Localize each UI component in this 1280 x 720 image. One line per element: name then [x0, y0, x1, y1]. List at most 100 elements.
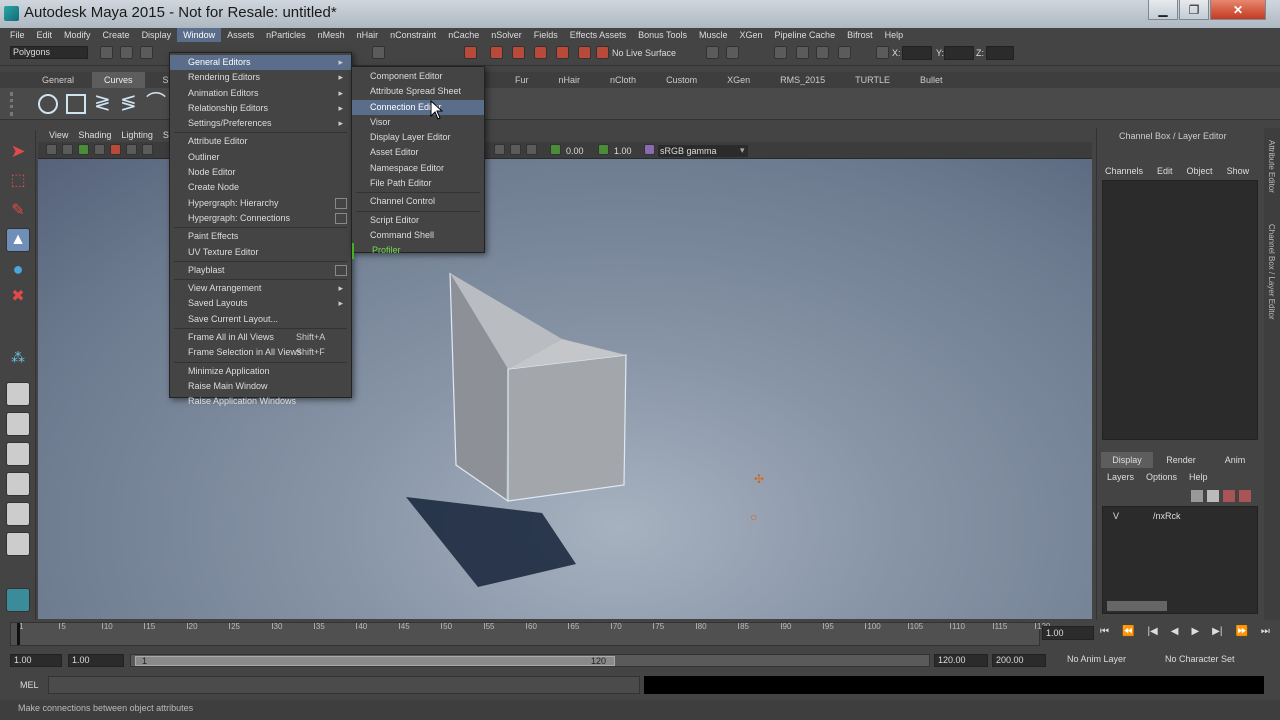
side-tab-attribute-editor[interactable]: Attribute Editor	[1267, 140, 1276, 193]
option-box-icon[interactable]	[335, 264, 347, 276]
menu-file[interactable]: File	[4, 28, 31, 42]
window-menu-item-hypergraph-hierarchy[interactable]: Hypergraph: Hierarchy	[170, 196, 351, 211]
new-layer-selected-icon[interactable]	[1207, 490, 1219, 502]
paint-select-icon[interactable]: ✎	[6, 200, 30, 224]
live-surface-icon[interactable]	[596, 46, 609, 59]
menu-nconstraint[interactable]: nConstraint	[384, 28, 442, 42]
window-menu-item-settings-preferences[interactable]: Settings/Preferences	[170, 116, 351, 131]
layout-hypershade-icon[interactable]	[6, 532, 30, 556]
window-menu-item-create-node[interactable]: Create Node	[170, 180, 351, 195]
chevron-down-icon[interactable]: ▾	[740, 145, 745, 156]
move-tool-icon[interactable]: ▲	[6, 228, 30, 252]
menu-nmesh[interactable]: nMesh	[312, 28, 351, 42]
channel-box-menu-channels[interactable]: Channels	[1105, 166, 1143, 176]
channel-box-menu-object[interactable]: Object	[1187, 166, 1213, 176]
layout-four-icon[interactable]	[6, 412, 30, 436]
ep-curve-icon[interactable]: ≷	[94, 92, 112, 116]
option-box-icon[interactable]	[335, 212, 347, 224]
menu-bonus-tools[interactable]: Bonus Tools	[632, 28, 693, 42]
window-menu-item-general-editors[interactable]: General Editors	[170, 55, 351, 71]
end-time-field[interactable]: 200.00	[992, 654, 1046, 667]
minimize-button[interactable]: ▁	[1148, 0, 1178, 20]
exposure-icon[interactable]	[550, 144, 561, 155]
menu-edit[interactable]: Edit	[31, 28, 59, 42]
step-forward-key-icon[interactable]: ⏩	[1235, 626, 1247, 640]
window-menu-item-save-current-layout[interactable]: Save Current Layout...	[170, 312, 351, 327]
viewport-menu-lighting[interactable]: Lighting	[116, 128, 158, 142]
snap-surface-icon[interactable]	[556, 46, 569, 59]
close-button[interactable]: ✕	[1210, 0, 1266, 20]
layer-visibility-toggle[interactable]: V	[1113, 511, 1119, 521]
playback-end-field[interactable]: 120.00	[934, 654, 988, 667]
ipr-render-icon[interactable]	[816, 46, 829, 59]
layer-down-icon[interactable]	[1239, 490, 1251, 502]
mel-label[interactable]: MEL	[20, 680, 39, 690]
gamma-field[interactable]: 1.00	[614, 145, 632, 157]
start-time-field[interactable]: 1.00	[10, 654, 62, 667]
y-field[interactable]	[944, 46, 974, 60]
general-editors-item-visor[interactable]: Visor	[352, 115, 484, 130]
nurbs-circle-icon[interactable]	[38, 94, 58, 114]
layout-single-icon[interactable]	[6, 382, 30, 406]
layout-persp-graph-icon[interactable]	[6, 502, 30, 526]
transform-input-icon[interactable]	[876, 46, 889, 59]
step-back-frame-icon[interactable]: |◀	[1147, 626, 1157, 640]
window-menu-item-hypergraph-connections[interactable]: Hypergraph: Connections	[170, 211, 351, 226]
menu-display[interactable]: Display	[136, 28, 178, 42]
layout-persp-outliner-icon[interactable]	[6, 472, 30, 496]
input-icon[interactable]	[706, 46, 719, 59]
output-icon[interactable]	[726, 46, 739, 59]
select-tool-icon[interactable]: ➤	[6, 140, 30, 164]
window-menu-item-frame-selection-in-all-views[interactable]: Frame Selection in All Views Shift+F	[170, 345, 351, 360]
layer-menu-help[interactable]: Help	[1189, 472, 1208, 482]
maximize-button[interactable]: ❐	[1179, 0, 1209, 20]
render-icon[interactable]	[796, 46, 809, 59]
layer-scrollbar[interactable]	[1107, 601, 1167, 611]
shelf-tab-bullet[interactable]: Bullet	[908, 72, 955, 88]
character-set-select[interactable]: No Character Set	[1148, 654, 1266, 667]
window-menu-item-rendering-editors[interactable]: Rendering Editors	[170, 70, 351, 85]
general-editors-item-component-editor[interactable]: Component Editor	[352, 69, 484, 84]
shelf-tab-ncloth[interactable]: nCloth	[598, 72, 648, 88]
menu-nsolver[interactable]: nSolver	[485, 28, 528, 42]
current-frame-field[interactable]: 1.00	[1042, 626, 1094, 640]
menu-nparticles[interactable]: nParticles	[260, 28, 312, 42]
time-slider[interactable]: 1 5 10 15 20 25 30 35 40 45 50 55 60 65 70 75 80 85 90 95 10…	[10, 622, 1050, 646]
mel-input[interactable]	[48, 676, 640, 694]
maya-home-icon[interactable]	[6, 588, 30, 612]
window-menu-item-view-arrangement[interactable]: View Arrangement	[170, 281, 351, 296]
shelf-tab-turtle[interactable]: TURTLE	[843, 72, 902, 88]
snap-curve-icon[interactable]	[490, 46, 503, 59]
manipulator-icon[interactable]: ⁂	[6, 346, 30, 370]
shelf-tab-rms-2015[interactable]: RMS_2015	[768, 72, 837, 88]
nurbs-square-icon[interactable]	[66, 94, 86, 114]
window-menu-item-frame-all-in-all-views[interactable]: Frame All in All Views Shift+A	[170, 330, 351, 345]
snap-grid-icon[interactable]	[372, 46, 385, 59]
general-editors-item-namespace-editor[interactable]: Namespace Editor	[352, 161, 484, 176]
grid-icon[interactable]	[110, 144, 121, 155]
step-forward-frame-icon[interactable]: ▶|	[1212, 626, 1222, 640]
go-to-end-icon[interactable]: ⏭	[1261, 626, 1270, 640]
channel-box-menu-edit[interactable]: Edit	[1157, 166, 1173, 176]
window-menu-item-animation-editors[interactable]: Animation Editors	[170, 86, 351, 101]
option-box-icon[interactable]	[335, 197, 347, 209]
gamma-icon[interactable]	[598, 144, 609, 155]
menu-bifrost[interactable]: Bifrost	[841, 28, 879, 42]
general-editors-item-file-path-editor[interactable]: File Path Editor	[352, 176, 484, 191]
shelf-tab-fur[interactable]: Fur	[503, 72, 541, 88]
window-menu-item-outliner[interactable]: Outliner	[170, 150, 351, 165]
window-menu-item-relationship-editors[interactable]: Relationship Editors	[170, 101, 351, 116]
layer-menu-layers[interactable]: Layers	[1107, 472, 1134, 482]
snap-view-icon[interactable]	[534, 46, 547, 59]
play-back-icon[interactable]: ◀	[1171, 626, 1179, 640]
shelf-tab-general[interactable]: General	[30, 72, 86, 88]
layer-tab-display[interactable]: Display	[1101, 452, 1153, 468]
range-slider[interactable]: 1 120	[130, 654, 930, 667]
smooth-shade-icon[interactable]	[510, 144, 521, 155]
arc-curve-icon[interactable]: ⌒	[146, 92, 166, 116]
scale-tool-icon[interactable]: ✖	[6, 286, 30, 310]
menu-effects-assets[interactable]: Effects Assets	[564, 28, 632, 42]
channel-list[interactable]	[1102, 180, 1258, 440]
snap-point-icon[interactable]	[512, 46, 525, 59]
x-field[interactable]	[902, 46, 932, 60]
